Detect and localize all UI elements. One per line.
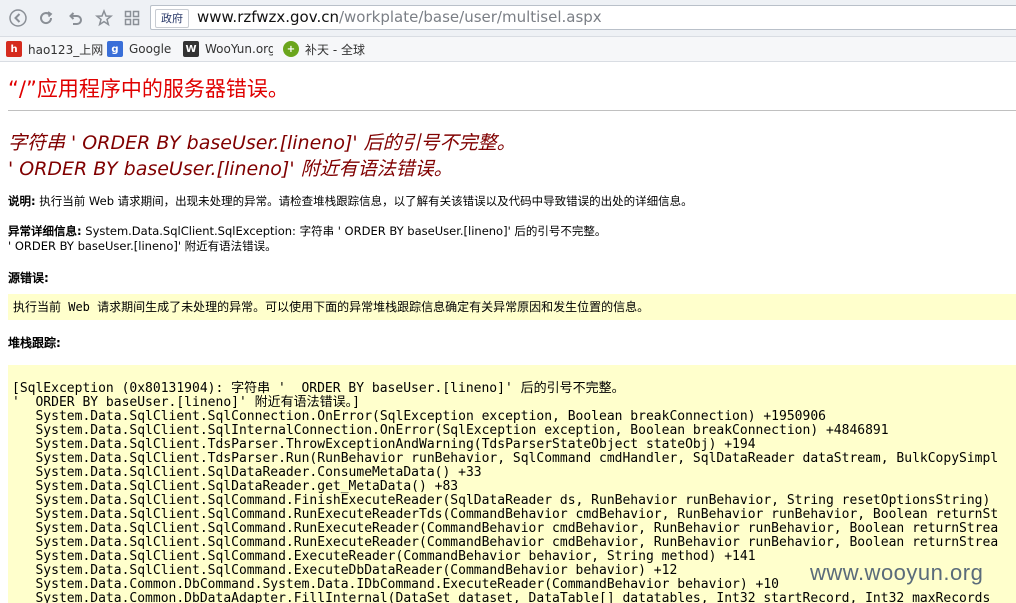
address-bar[interactable]: 政府 www.rzfwzx.gov.cn/workplate/base/user… <box>150 5 1016 30</box>
google-icon: g <box>107 41 123 57</box>
refresh-icon[interactable] <box>36 8 56 28</box>
bookmark-label: hao123_上网 <box>28 42 104 57</box>
error-message-line-1: 字符串 ' ORDER BY baseUser.[lineno]' 后的引号不完… <box>8 132 516 154</box>
hao123-icon: h <box>6 41 22 57</box>
bookmark-wooyun[interactable]: W WooYun.org <box>183 40 273 58</box>
exception-details-line-2: ' ORDER BY baseUser.[lineno]' 附近有语法错误。 <box>8 239 277 253</box>
site-badge: 政府 <box>155 9 189 28</box>
bookmark-hao123[interactable]: h hao123_上网 <box>6 40 103 58</box>
browser-toolbar: 政府 www.rzfwzx.gov.cn/workplate/base/user… <box>0 0 1016 37</box>
description: 说明: 执行当前 Web 请求期间，出现未处理的异常。请检查堆栈跟踪信息，以了解… <box>8 193 693 209</box>
butian-icon: + <box>283 41 299 57</box>
grid-icon[interactable] <box>122 8 142 28</box>
source-error-label: 源错误: <box>8 271 49 285</box>
bookmark-butian[interactable]: + 补天 - 全球 <box>283 40 365 58</box>
bookmark-label: Google <box>129 42 172 56</box>
error-message-line-2: ' ORDER BY baseUser.[lineno]' 附近有语法错误。 <box>8 158 453 180</box>
description-label: 说明: <box>8 194 36 208</box>
page-title: “/”应用程序中的服务器错误。 <box>8 77 289 101</box>
watermark: www.wooyun.org <box>810 560 984 585</box>
bookmark-label: 补天 - 全球 <box>305 42 365 57</box>
url-path: /workplate/base/user/multisel.aspx <box>338 8 602 26</box>
exception-details: 异常详细信息: System.Data.SqlClient.SqlExcepti… <box>8 223 606 239</box>
page-content: “/”应用程序中的服务器错误。 字符串 ' ORDER BY baseUser.… <box>0 62 1016 603</box>
bookmark-google[interactable]: g Google <box>107 40 171 58</box>
back-icon[interactable] <box>8 8 28 28</box>
bookmark-label: WooYun.org <box>205 42 273 56</box>
exception-details-text: System.Data.SqlClient.SqlException: 字符串 … <box>81 224 607 238</box>
address-url[interactable]: www.rzfwzx.gov.cn/workplate/base/user/mu… <box>197 6 602 29</box>
url-host: www.rzfwzx.gov.cn <box>197 8 339 26</box>
stack-trace-label: 堆栈跟踪: <box>8 336 61 350</box>
star-icon[interactable] <box>94 8 114 28</box>
divider <box>8 110 1016 111</box>
bookmarks-bar: h hao123_上网 g Google W WooYun.org + 补天 -… <box>0 37 1016 62</box>
source-error-text: 执行当前 Web 请求期间生成了未处理的异常。可以使用下面的异常堆栈跟踪信息确定… <box>13 300 650 314</box>
wooyun-icon: W <box>183 41 199 57</box>
exception-details-label: 异常详细信息: <box>8 224 82 238</box>
description-text: 执行当前 Web 请求期间，出现未处理的异常。请检查堆栈跟踪信息，以了解有关该错… <box>35 194 693 208</box>
undo-icon[interactable] <box>65 8 85 28</box>
source-error-box: 执行当前 Web 请求期间生成了未处理的异常。可以使用下面的异常堆栈跟踪信息确定… <box>8 294 1016 320</box>
